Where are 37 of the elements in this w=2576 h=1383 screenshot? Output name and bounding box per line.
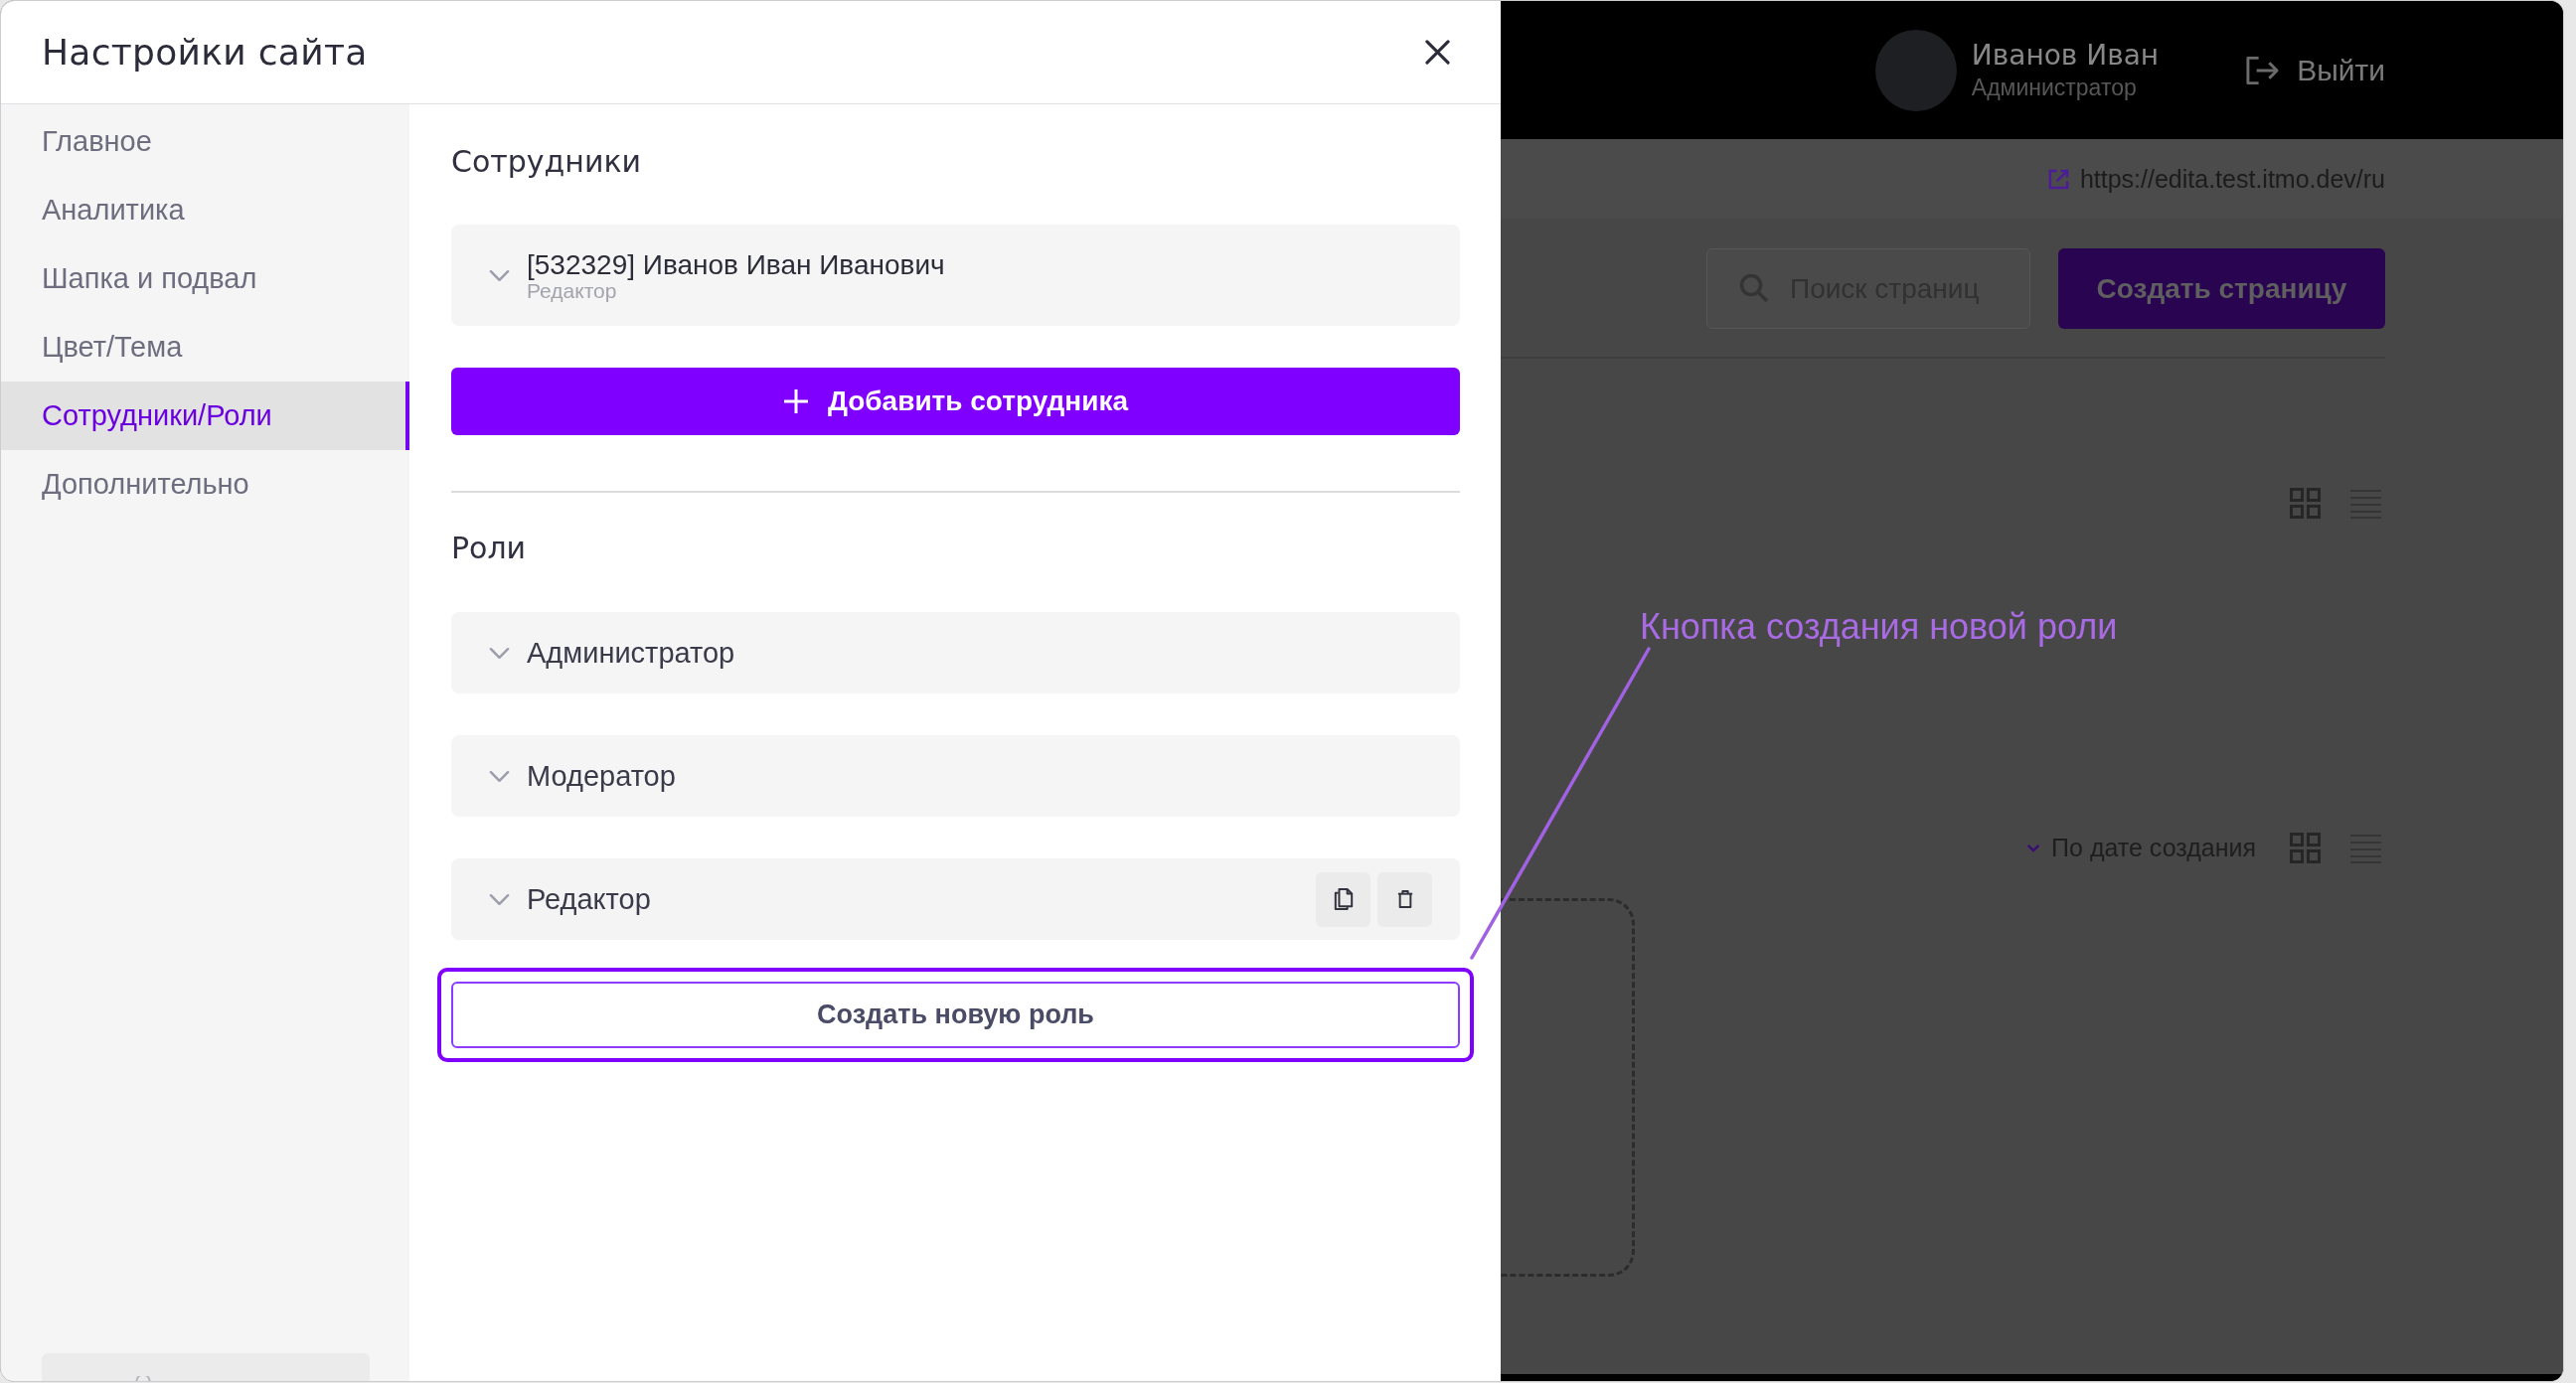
section-heading: Сотрудники	[451, 144, 643, 180]
sidebar-footer-button[interactable]	[42, 1353, 370, 1381]
sidebar-item[interactable]: Цвет/Тема	[1, 313, 409, 382]
add-employee-button[interactable]: Добавить сотрудника	[451, 368, 1460, 435]
chevron-icon	[2026, 844, 2041, 852]
trash-icon	[1396, 889, 1413, 909]
sidebar-item[interactable]: Шапка и подвал	[1, 244, 409, 313]
role-card[interactable]: Администратор	[451, 612, 1460, 693]
employee-name: [532329] Иванов Иван Иванович	[527, 248, 945, 280]
annotation-label: Кнопка создания новой роли	[1640, 606, 2118, 648]
role-card[interactable]: Модератор	[451, 735, 1460, 817]
create-page-button[interactable]: Создать страницу	[2058, 248, 2385, 329]
sidebar-item[interactable]: Сотрудники/Роли	[1, 382, 409, 450]
logout-icon	[2245, 55, 2281, 85]
user-name: Иванов Иван	[1971, 38, 2160, 73]
create-role-button[interactable]: Создать новую роль	[451, 982, 1460, 1048]
copy-icon	[1333, 887, 1354, 911]
section-heading: Роли	[451, 531, 528, 566]
sidebar-item[interactable]: Аналитика	[1, 176, 409, 244]
dialog-title: Настройки сайта	[42, 32, 368, 73]
close-icon[interactable]	[1425, 40, 1450, 65]
grid-view-icon[interactable]	[2290, 488, 2321, 519]
sidebar-item[interactable]: Дополнительно	[1, 450, 409, 519]
user-role: Администратор	[1971, 73, 2137, 102]
external-link-icon	[2047, 168, 2069, 190]
role-name: Редактор	[527, 882, 651, 916]
copy-button[interactable]	[1316, 871, 1370, 927]
role-card[interactable]: Редактор	[451, 858, 1460, 940]
role-name: Администратор	[527, 636, 735, 670]
grid-view-icon[interactable]	[2290, 833, 2321, 863]
role-name: Модератор	[527, 759, 676, 793]
employee-role: Редактор	[527, 279, 617, 302]
logout-button[interactable]: Выйти	[2245, 53, 2385, 87]
delete-button[interactable]	[1377, 871, 1432, 927]
employee-card[interactable]: [532329] Иванов Иван Иванович Редактор	[451, 225, 1460, 326]
plus-icon	[782, 388, 809, 414]
sidebar-item[interactable]: Главное	[1, 107, 409, 176]
